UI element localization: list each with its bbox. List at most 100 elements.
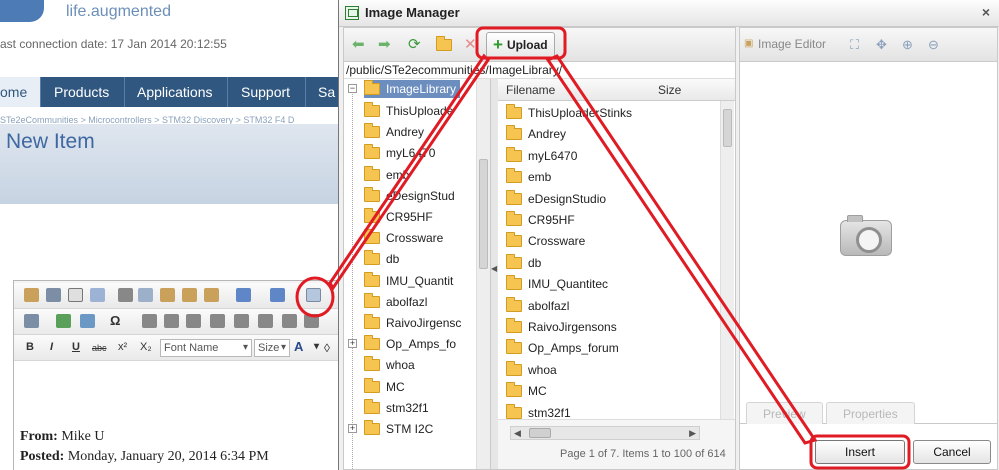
image-editor-button[interactable]: Image Editor [758, 37, 826, 51]
superscript-button[interactable]: x² [118, 341, 127, 353]
special-char-icon[interactable]: Ω [110, 313, 120, 328]
nav-products[interactable]: Products [54, 77, 109, 107]
justify-icon[interactable] [258, 314, 273, 328]
undo-icon[interactable] [236, 288, 251, 302]
cancel-button[interactable]: Cancel [913, 440, 991, 464]
file-row[interactable]: MC [506, 381, 547, 402]
strike-button[interactable]: abc [92, 343, 107, 353]
italic-button[interactable]: I [50, 341, 53, 353]
align-right-icon[interactable] [234, 314, 249, 328]
tree-folder[interactable]: Andrey [364, 122, 424, 142]
indent-icon[interactable] [164, 314, 179, 328]
tree-folder[interactable]: STM I2C [364, 419, 433, 439]
tree-folder[interactable]: eDesignStud [364, 186, 455, 206]
font-color-icon[interactable]: A [294, 339, 303, 354]
tree-folder[interactable]: abolfazl [364, 292, 427, 312]
file-row[interactable]: whoa [506, 360, 557, 381]
tree-folder[interactable]: Op_Amps_fo [364, 334, 456, 354]
unlink-icon[interactable] [80, 314, 95, 328]
email-from-line: From: Mike U [20, 429, 105, 444]
preview-icon[interactable] [68, 288, 83, 302]
editor-content[interactable]: From: Mike U Posted: Monday, January 20,… [14, 361, 340, 470]
horizontal-scrollbar[interactable]: ◀ ▶ [510, 426, 700, 440]
align-center-icon[interactable] [210, 314, 225, 328]
nav-sales[interactable]: Sa [318, 77, 335, 107]
move-icon[interactable]: ✥ [876, 37, 887, 53]
tree-folder[interactable]: MC [364, 377, 405, 397]
file-row[interactable]: eDesignStudio [506, 189, 606, 210]
underline-button[interactable]: U [72, 341, 80, 353]
spellcheck-icon[interactable] [90, 288, 105, 302]
tree-expand-icon[interactable]: + [348, 424, 357, 433]
filename-column-header[interactable]: Filename [506, 79, 555, 101]
cut-icon[interactable] [118, 288, 133, 302]
copy-icon[interactable] [138, 288, 153, 302]
new-folder-icon[interactable] [436, 36, 452, 52]
tree-scrollbar[interactable] [476, 79, 490, 469]
tree-folder[interactable]: myL6470 [364, 143, 435, 163]
font-color-dropdown-icon[interactable]: ▾ [314, 341, 319, 352]
tab-preview[interactable]: Preview [746, 402, 823, 424]
file-row[interactable]: myL6470 [506, 146, 577, 167]
spell-icon[interactable] [24, 288, 39, 302]
delete-icon[interactable]: ✕ [464, 37, 477, 52]
file-row[interactable]: db [506, 253, 541, 274]
tree-folder[interactable]: ThisUploade [364, 101, 453, 121]
file-row[interactable]: RaivoJirgensons [506, 317, 617, 338]
file-row-label: whoa [528, 362, 557, 377]
file-row[interactable]: emb [506, 167, 551, 188]
nav-home[interactable]: ome [0, 77, 40, 107]
paste-word-icon[interactable] [204, 288, 219, 302]
image-manager-icon[interactable] [306, 288, 321, 302]
source-icon[interactable] [46, 288, 61, 302]
tree-folder[interactable]: IMU_Quantit [364, 271, 453, 291]
font-name-select[interactable]: Font Name [160, 339, 252, 357]
table-icon[interactable] [24, 314, 39, 328]
zoom-out-icon[interactable]: ⊖ [928, 37, 939, 53]
dialog-titlebar[interactable]: Image Manager × [339, 0, 999, 27]
zoom-in-icon[interactable]: ⊕ [902, 37, 913, 53]
file-row[interactable]: IMU_Quantitec [506, 274, 608, 295]
bold-button[interactable]: B [26, 341, 34, 353]
tree-expand-icon[interactable]: + [348, 339, 357, 349]
file-row[interactable]: Andrey [506, 124, 566, 145]
tree-folder[interactable]: db [364, 249, 399, 269]
tree-folder[interactable]: emb [364, 165, 409, 185]
grid-scrollbar[interactable] [720, 101, 734, 419]
file-row[interactable]: CR95HF [506, 210, 575, 231]
file-row[interactable]: abolfazl [506, 296, 569, 317]
pane-splitter[interactable]: ◀ [491, 79, 498, 469]
tree-root-folder[interactable]: ImageLibrary [364, 80, 461, 98]
align-left-icon[interactable] [186, 314, 201, 328]
upload-button[interactable]: + Upload [486, 32, 555, 58]
forward-arrow-icon[interactable]: ➡ [378, 37, 391, 52]
fit-icon[interactable]: ⛶ [850, 37, 859, 53]
tree-folder[interactable]: Crossware [364, 228, 443, 248]
refresh-icon[interactable]: ⟳ [408, 37, 421, 52]
highlight-icon[interactable]: ◊ [324, 341, 330, 355]
numbering-icon[interactable] [304, 314, 319, 328]
size-column-header[interactable]: Size [658, 79, 681, 101]
bullets-icon[interactable] [282, 314, 297, 328]
paste-text-icon[interactable] [182, 288, 197, 302]
file-row[interactable]: Op_Amps_forum [506, 338, 619, 359]
paste-icon[interactable] [160, 288, 175, 302]
tree-folder[interactable]: whoa [364, 355, 415, 375]
redo-icon[interactable] [270, 288, 285, 302]
tab-properties[interactable]: Properties [826, 402, 915, 424]
tree-folder[interactable]: stm32f1 [364, 398, 429, 418]
back-arrow-icon[interactable]: ⬅ [352, 37, 365, 52]
file-row[interactable]: ThisUploaderStinks [506, 103, 632, 124]
file-row[interactable]: Crossware [506, 231, 585, 252]
close-icon[interactable]: × [982, 4, 990, 20]
tree-folder[interactable]: CR95HF [364, 207, 433, 227]
list-icon[interactable] [142, 314, 157, 328]
tree-folder[interactable]: RaivoJirgensc [364, 313, 461, 333]
insert-button[interactable]: Insert [815, 440, 905, 464]
link-icon[interactable] [56, 314, 71, 328]
subscript-button[interactable]: X₂ [140, 341, 152, 353]
nav-applications[interactable]: Applications [137, 77, 213, 107]
font-size-select[interactable]: Size [254, 339, 290, 357]
nav-support[interactable]: Support [241, 77, 290, 107]
tree-collapse-icon[interactable]: − [348, 84, 357, 93]
